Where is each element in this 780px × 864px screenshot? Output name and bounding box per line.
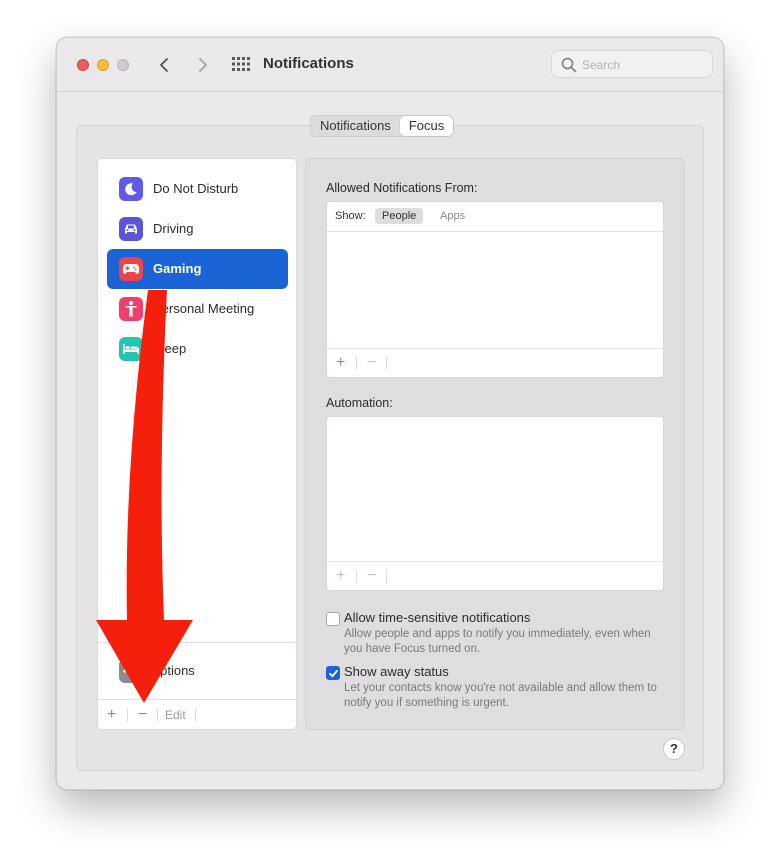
- footer-divider: [157, 709, 158, 722]
- sidebar-item-label: Personal Meeting: [153, 301, 255, 316]
- time-sensitive-title: Allow time-sensitive notifications: [344, 610, 531, 625]
- sidebar-footer: + − Edit: [98, 699, 296, 730]
- person-icon: [119, 297, 143, 321]
- sidebar-item-do-not-disturb[interactable]: Do Not Disturb: [107, 169, 288, 209]
- window-title: Notifications: [263, 55, 354, 72]
- sidebar-item-driving[interactable]: Driving: [107, 209, 288, 249]
- remove-automation-button[interactable]: −: [367, 567, 376, 585]
- tab-notifications[interactable]: Notifications: [311, 116, 400, 136]
- show-all-grid-icon[interactable]: [232, 57, 250, 71]
- remove-allowed-button[interactable]: −: [367, 354, 376, 372]
- edit-button[interactable]: Edit: [165, 708, 186, 722]
- footer-divider: [386, 357, 387, 370]
- gamepad-icon: [119, 257, 143, 281]
- search-field[interactable]: [551, 50, 713, 78]
- close-window-button[interactable]: [77, 59, 89, 71]
- sidebar-item-sleep[interactable]: Sleep: [107, 329, 288, 369]
- add-automation-button[interactable]: +: [336, 567, 345, 585]
- title-bar: Notifications: [57, 38, 723, 92]
- focus-list-sidebar: Do Not Disturb Driving Gaming Personal M…: [97, 158, 297, 730]
- allowed-list-footer: + −: [327, 348, 663, 377]
- footer-divider: [356, 570, 357, 583]
- automation-list: + −: [326, 416, 664, 591]
- footer-divider: [195, 709, 196, 722]
- time-sensitive-option: Allow time-sensitive notifications Allow…: [326, 610, 676, 655]
- sidebar-item-label: Do Not Disturb: [153, 181, 239, 196]
- time-sensitive-description: Allow people and apps to notify you imme…: [344, 628, 651, 655]
- footer-divider: [127, 709, 128, 722]
- automation-list-footer: + −: [327, 561, 663, 590]
- bed-icon: [119, 337, 143, 361]
- add-focus-button[interactable]: +: [107, 706, 116, 724]
- system-preferences-window: Notifications Notifications Focus Do Not…: [56, 37, 724, 790]
- away-status-checkbox[interactable]: [326, 666, 340, 680]
- away-status-option: Show away status Let your contacts know …: [326, 664, 676, 709]
- car-icon: [119, 217, 143, 241]
- footer-divider: [386, 570, 387, 583]
- away-status-description: Let your contacts know you're not availa…: [344, 682, 657, 709]
- away-status-title: Show away status: [344, 664, 449, 679]
- show-apps-tab[interactable]: Apps: [433, 208, 472, 224]
- chevron-right-icon: [199, 58, 207, 72]
- allowed-notifications-list: Show: People Apps + −: [326, 201, 664, 378]
- automation-heading: Automation:: [326, 396, 393, 410]
- sidebar-item-label: Driving: [153, 221, 194, 236]
- ellipsis-icon: [119, 659, 143, 683]
- tab-focus[interactable]: Focus: [399, 116, 454, 136]
- sidebar-item-gaming[interactable]: Gaming: [107, 249, 288, 289]
- show-filter-row: Show: People Apps: [327, 202, 663, 232]
- remove-focus-button[interactable]: −: [138, 706, 147, 724]
- time-sensitive-checkbox[interactable]: [326, 612, 340, 626]
- show-people-tab[interactable]: People: [375, 208, 424, 224]
- allowed-notifications-heading: Allowed Notifications From:: [326, 181, 478, 195]
- help-button[interactable]: ?: [663, 738, 685, 760]
- focus-detail-panel: Allowed Notifications From: Show: People…: [305, 158, 685, 730]
- options-label: Options: [150, 663, 195, 678]
- forward-button[interactable]: [191, 53, 213, 77]
- moon-icon: [119, 177, 143, 201]
- zoom-window-button[interactable]: [117, 59, 129, 71]
- sidebar-item-personal-meeting[interactable]: Personal Meeting: [107, 289, 288, 329]
- sidebar-item-label: Sleep: [153, 341, 187, 356]
- search-input[interactable]: [582, 55, 706, 75]
- back-button[interactable]: [154, 53, 176, 77]
- footer-divider: [356, 357, 357, 370]
- tab-switcher: Notifications Focus: [310, 115, 455, 137]
- chevron-left-icon: [160, 58, 168, 72]
- search-icon: [561, 57, 577, 73]
- sidebar-divider: [98, 642, 296, 643]
- minimize-window-button[interactable]: [97, 59, 109, 71]
- show-label: Show:: [335, 210, 366, 222]
- add-allowed-button[interactable]: +: [336, 354, 345, 372]
- checkmark-icon: [329, 669, 338, 678]
- sidebar-item-label: Gaming: [153, 261, 202, 276]
